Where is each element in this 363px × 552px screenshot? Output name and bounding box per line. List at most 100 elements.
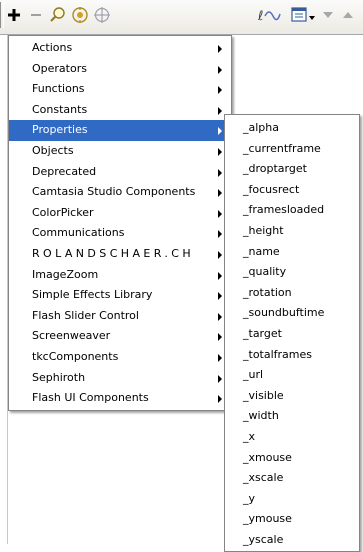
submenu-arrow-icon bbox=[218, 209, 222, 218]
magnifier-icon[interactable] bbox=[48, 4, 68, 26]
menu-item-screenweaver[interactable]: Screenweaver bbox=[9, 326, 231, 347]
submenu-item-focusrect[interactable]: _focusrect bbox=[225, 180, 359, 201]
submenu-item-visible[interactable]: _visible bbox=[225, 386, 359, 407]
menu-item-camtasia-studio-components[interactable]: Camtasia Studio Components bbox=[9, 182, 231, 203]
submenu-item-width[interactable]: _width bbox=[225, 406, 359, 427]
actions-toolbar: ℓ bbox=[0, 0, 363, 35]
code-hint-icon[interactable]: ℓ bbox=[256, 4, 282, 26]
submenu-item-soundbuftime[interactable]: _soundbuftime bbox=[225, 303, 359, 324]
submenu-item-label: _currentframe bbox=[243, 141, 321, 155]
menu-item-label: Objects bbox=[32, 143, 74, 157]
submenu-arrow-icon bbox=[218, 65, 222, 74]
submenu-item-label: _height bbox=[243, 223, 284, 237]
menu-item-constants[interactable]: Constants bbox=[9, 100, 231, 121]
menu-item-imagezoom[interactable]: ImageZoom bbox=[9, 265, 231, 286]
submenu-arrow-icon bbox=[218, 189, 222, 198]
menu-item-label: ColorPicker bbox=[32, 205, 94, 219]
menu-item-deprecated[interactable]: Deprecated bbox=[9, 162, 231, 183]
menu-item-label: Camtasia Studio Components bbox=[32, 185, 196, 199]
menu-item-actions[interactable]: Actions bbox=[9, 38, 231, 59]
menu-item-label: Operators bbox=[32, 61, 87, 75]
menu-item-label: Flash Slider Control bbox=[32, 308, 139, 322]
submenu-arrow-icon bbox=[218, 374, 222, 383]
menu-item-flash-slider-control[interactable]: Flash Slider Control bbox=[9, 306, 231, 327]
menu-item-rolandschaer[interactable]: ROLANDSCHAER.CH bbox=[9, 244, 231, 265]
submenu-item-label: _quality bbox=[243, 265, 287, 279]
menu-item-label: ImageZoom bbox=[32, 267, 99, 281]
submenu-item-totalframes[interactable]: _totalframes bbox=[225, 345, 359, 366]
submenu-item-label: _url bbox=[243, 368, 264, 382]
menu-item-label: Communications bbox=[32, 226, 125, 240]
menu-item-communications[interactable]: Communications bbox=[9, 223, 231, 244]
menu-item-label: Deprecated bbox=[32, 164, 97, 178]
submenu-item-xmouse[interactable]: _xmouse bbox=[225, 448, 359, 469]
submenu-item-label: _xscale bbox=[243, 471, 284, 485]
submenu-arrow-icon bbox=[218, 395, 222, 404]
submenu-item-url[interactable]: _url bbox=[225, 365, 359, 386]
arrow-up-icon[interactable] bbox=[340, 4, 356, 26]
plus-icon[interactable] bbox=[6, 4, 22, 26]
submenu-item-ymouse[interactable]: _ymouse bbox=[225, 509, 359, 530]
submenu-item-label: _rotation bbox=[243, 285, 292, 299]
submenu-arrow-icon bbox=[218, 230, 222, 239]
menu-item-label: Sephiroth bbox=[32, 370, 86, 384]
menu-item-simple-effects-library[interactable]: Simple Effects Library bbox=[9, 285, 231, 306]
submenu-arrow-icon bbox=[218, 86, 222, 95]
submenu-arrow-icon bbox=[218, 312, 222, 321]
submenu-arrow-icon bbox=[218, 106, 222, 115]
submenu-item-label: _droptarget bbox=[243, 162, 307, 176]
menu-item-sephiroth[interactable]: Sephiroth bbox=[9, 368, 231, 389]
target-path-icon[interactable] bbox=[70, 4, 90, 26]
submenu-arrow-icon bbox=[218, 292, 222, 301]
menu-item-functions[interactable]: Functions bbox=[9, 79, 231, 100]
menu-item-properties[interactable]: Properties bbox=[9, 120, 231, 141]
submenu-item-rotation[interactable]: _rotation bbox=[225, 283, 359, 304]
minus-icon[interactable] bbox=[28, 4, 44, 26]
menu-item-colorpicker[interactable]: ColorPicker bbox=[9, 203, 231, 224]
submenu-item-y[interactable]: _y bbox=[225, 489, 359, 510]
submenu-item-framesloaded[interactable]: _framesloaded bbox=[225, 200, 359, 221]
submenu-item-label: _name bbox=[243, 244, 280, 258]
submenu-arrow-icon bbox=[218, 147, 222, 156]
submenu-item-x[interactable]: _x bbox=[225, 427, 359, 448]
submenu-item-name[interactable]: _name bbox=[225, 242, 359, 263]
submenu-item-label: _framesloaded bbox=[243, 203, 325, 217]
menu-item-label: tkcComponents bbox=[32, 349, 119, 363]
add-item-menu: Actions Operators Functions Constants Pr… bbox=[8, 35, 232, 411]
menu-item-label: Flash UI Components bbox=[32, 391, 149, 405]
view-options-icon[interactable] bbox=[289, 4, 317, 26]
submenu-item-alpha[interactable]: _alpha bbox=[225, 118, 359, 139]
menu-item-label: Screenweaver bbox=[32, 329, 111, 343]
submenu-item-target[interactable]: _target bbox=[225, 324, 359, 345]
menu-item-objects[interactable]: Objects bbox=[9, 141, 231, 162]
submenu-item-label: _focusrect bbox=[243, 182, 300, 196]
submenu-item-label: _ymouse bbox=[243, 512, 292, 526]
submenu-arrow-icon bbox=[218, 127, 222, 136]
menu-item-tkccomponents[interactable]: tkcComponents bbox=[9, 347, 231, 368]
submenu-arrow-icon bbox=[218, 333, 222, 342]
submenu-arrow-icon bbox=[218, 45, 222, 53]
submenu-item-yscale[interactable]: _yscale bbox=[225, 530, 359, 551]
menu-item-label: Simple Effects Library bbox=[32, 288, 153, 302]
submenu-arrow-icon bbox=[218, 250, 222, 259]
submenu-item-xscale[interactable]: _xscale bbox=[225, 468, 359, 489]
crosshair-icon[interactable] bbox=[92, 4, 112, 26]
submenu-arrow-icon bbox=[218, 353, 222, 362]
submenu-item-height[interactable]: _height bbox=[225, 221, 359, 242]
arrow-down-icon[interactable] bbox=[320, 4, 336, 26]
submenu-arrow-icon bbox=[218, 271, 222, 280]
menu-item-label: Actions bbox=[32, 41, 73, 54]
submenu-item-label: _soundbuftime bbox=[243, 306, 325, 320]
menu-item-operators[interactable]: Operators bbox=[9, 59, 231, 80]
submenu-item-droptarget[interactable]: _droptarget bbox=[225, 159, 359, 180]
submenu-item-label: _totalframes bbox=[243, 347, 313, 361]
submenu-item-label: _xmouse bbox=[243, 450, 292, 464]
menu-item-label: Constants bbox=[32, 102, 88, 116]
menu-item-flash-ui-components[interactable]: Flash UI Components bbox=[9, 388, 231, 409]
submenu-item-label: _width bbox=[243, 409, 279, 423]
submenu-item-label: _alpha bbox=[243, 121, 279, 134]
svg-text:ℓ: ℓ bbox=[257, 9, 263, 24]
submenu-item-quality[interactable]: _quality bbox=[225, 262, 359, 283]
menu-item-label: ROLANDSCHAER.CH bbox=[32, 246, 195, 260]
submenu-item-currentframe[interactable]: _currentframe bbox=[225, 139, 359, 160]
